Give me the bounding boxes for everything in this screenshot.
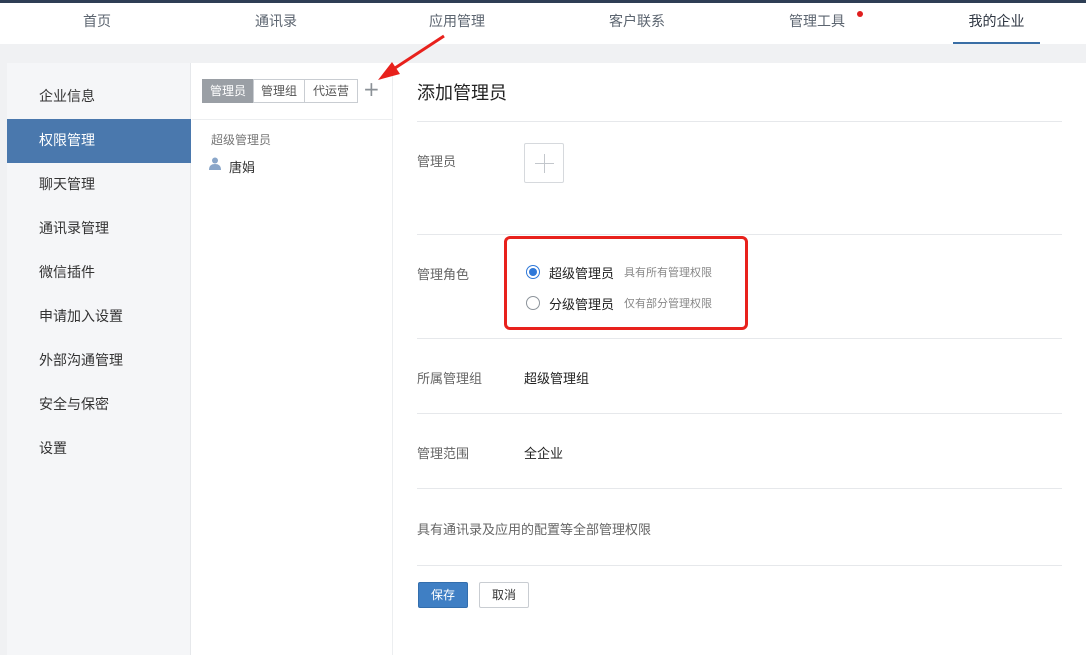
tab-admin-groups[interactable]: 管理组 <box>253 79 305 103</box>
sidebar-item-contacts-management[interactable]: 通讯录管理 <box>7 207 191 251</box>
sidebar-item-chat-management[interactable]: 聊天管理 <box>7 163 191 207</box>
page-title: 添加管理员 <box>417 83 507 104</box>
add-admin-form: 添加管理员 管理员 管理角色 超级管理员 具有所有管理权限 分级管理员 仅有部分… <box>393 63 1086 655</box>
tab-admins[interactable]: 管理员 <box>202 79 254 103</box>
group-field-value: 超级管理组 <box>524 372 590 387</box>
sidebar-item-external-communication[interactable]: 外部沟通管理 <box>7 339 191 383</box>
nav-contacts[interactable]: 通讯录 <box>245 3 307 44</box>
divider <box>417 413 1062 414</box>
sidebar-item-settings[interactable]: 设置 <box>7 427 191 471</box>
nav-my-enterprise[interactable]: 我的企业 <box>953 3 1040 44</box>
save-button[interactable]: 保存 <box>418 582 468 608</box>
role-description: 具有通讯录及应用的配置等全部管理权限 <box>417 523 652 538</box>
divider <box>417 338 1062 339</box>
notification-dot-icon <box>857 11 863 17</box>
nav-app-management[interactable]: 应用管理 <box>419 3 495 44</box>
annotation-highlight-box <box>504 236 748 330</box>
admin-list-item[interactable]: 唐娟 <box>229 157 255 176</box>
divider <box>417 121 1062 122</box>
divider <box>417 234 1062 235</box>
plus-icon[interactable]: + <box>363 77 380 101</box>
scope-field-value: 全企业 <box>524 447 564 462</box>
add-admin-button[interactable] <box>524 143 564 183</box>
admin-group-label: 超级管理员 <box>211 133 272 147</box>
scope-field-label: 管理范围 <box>417 447 470 462</box>
divider <box>417 565 1062 566</box>
tab-agency-operations[interactable]: 代运营 <box>304 79 358 103</box>
admin-list-panel: 管理员 管理组 代运营 + 超级管理员 唐娟 <box>192 63 393 655</box>
divider <box>417 488 1062 489</box>
nav-management-tools-label: 管理工具 <box>789 14 845 30</box>
sidebar-item-permission-management[interactable]: 权限管理 <box>7 119 191 163</box>
top-navigation: 首页 通讯录 应用管理 客户联系 管理工具 我的企业 <box>0 3 1086 44</box>
sidebar-item-security[interactable]: 安全与保密 <box>7 383 191 427</box>
admin-field-label: 管理员 <box>417 155 457 170</box>
divider <box>192 119 392 120</box>
cancel-button[interactable]: 取消 <box>479 582 529 608</box>
nav-home[interactable]: 首页 <box>66 3 128 44</box>
nav-customer-contact[interactable]: 客户联系 <box>599 3 675 44</box>
role-field-label: 管理角色 <box>417 268 470 283</box>
user-icon <box>209 157 221 170</box>
group-field-label: 所属管理组 <box>417 372 483 387</box>
nav-management-tools[interactable]: 管理工具 <box>779 3 863 44</box>
sidebar-item-enterprise-info[interactable]: 企业信息 <box>7 75 191 119</box>
sidebar-item-join-settings[interactable]: 申请加入设置 <box>7 295 191 339</box>
sidebar-item-wechat-plugin[interactable]: 微信插件 <box>7 251 191 295</box>
sidebar: 企业信息 权限管理 聊天管理 通讯录管理 微信插件 申请加入设置 外部沟通管理 … <box>7 63 191 655</box>
